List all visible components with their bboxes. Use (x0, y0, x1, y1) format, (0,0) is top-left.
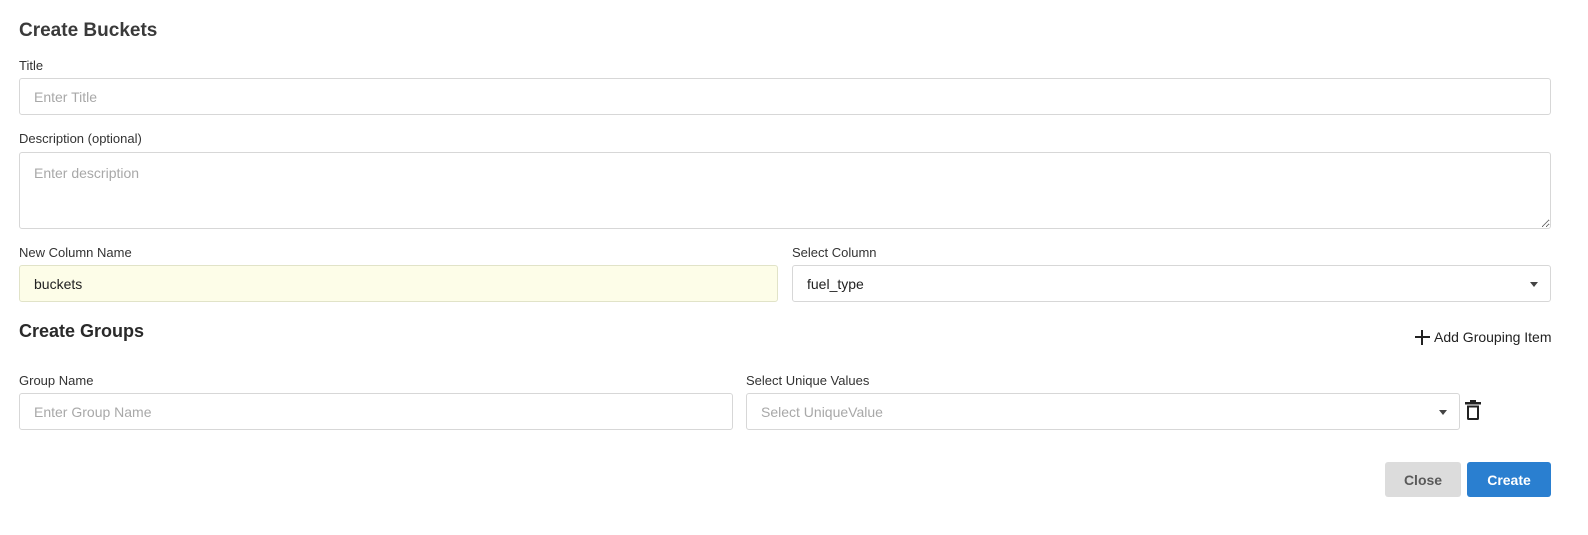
description-label: Description (optional) (19, 131, 142, 146)
close-button[interactable]: Close (1385, 462, 1461, 497)
trash-icon (1465, 400, 1481, 420)
description-input[interactable] (19, 152, 1551, 229)
create-button[interactable]: Create (1467, 462, 1551, 497)
caret-down-icon (1530, 281, 1538, 287)
select-column-value: fuel_type (807, 275, 864, 292)
caret-down-icon (1439, 409, 1447, 415)
new-column-input[interactable] (19, 265, 778, 302)
group-name-label: Group Name (19, 373, 94, 388)
unique-values-placeholder: Select UniqueValue (761, 403, 883, 420)
create-buckets-dialog: Create Buckets Title Description (option… (0, 0, 1588, 535)
delete-group-button[interactable] (1464, 399, 1482, 421)
create-groups-heading: Create Groups (19, 321, 145, 341)
dialog-title: Create Buckets (19, 20, 158, 41)
select-column-label: Select Column (792, 245, 877, 260)
add-grouping-item-label: Add Grouping Item (1434, 329, 1552, 345)
select-column-dropdown[interactable]: fuel_type (792, 265, 1551, 302)
unique-values-dropdown[interactable]: Select UniqueValue (746, 393, 1460, 430)
unique-values-label: Select Unique Values (746, 373, 870, 388)
plus-icon (1415, 329, 1430, 345)
add-grouping-item-button[interactable]: Add Grouping Item (1415, 329, 1552, 345)
group-name-input[interactable] (19, 393, 733, 430)
title-input[interactable] (19, 78, 1551, 115)
new-column-label: New Column Name (19, 245, 132, 260)
title-label: Title (19, 58, 44, 73)
